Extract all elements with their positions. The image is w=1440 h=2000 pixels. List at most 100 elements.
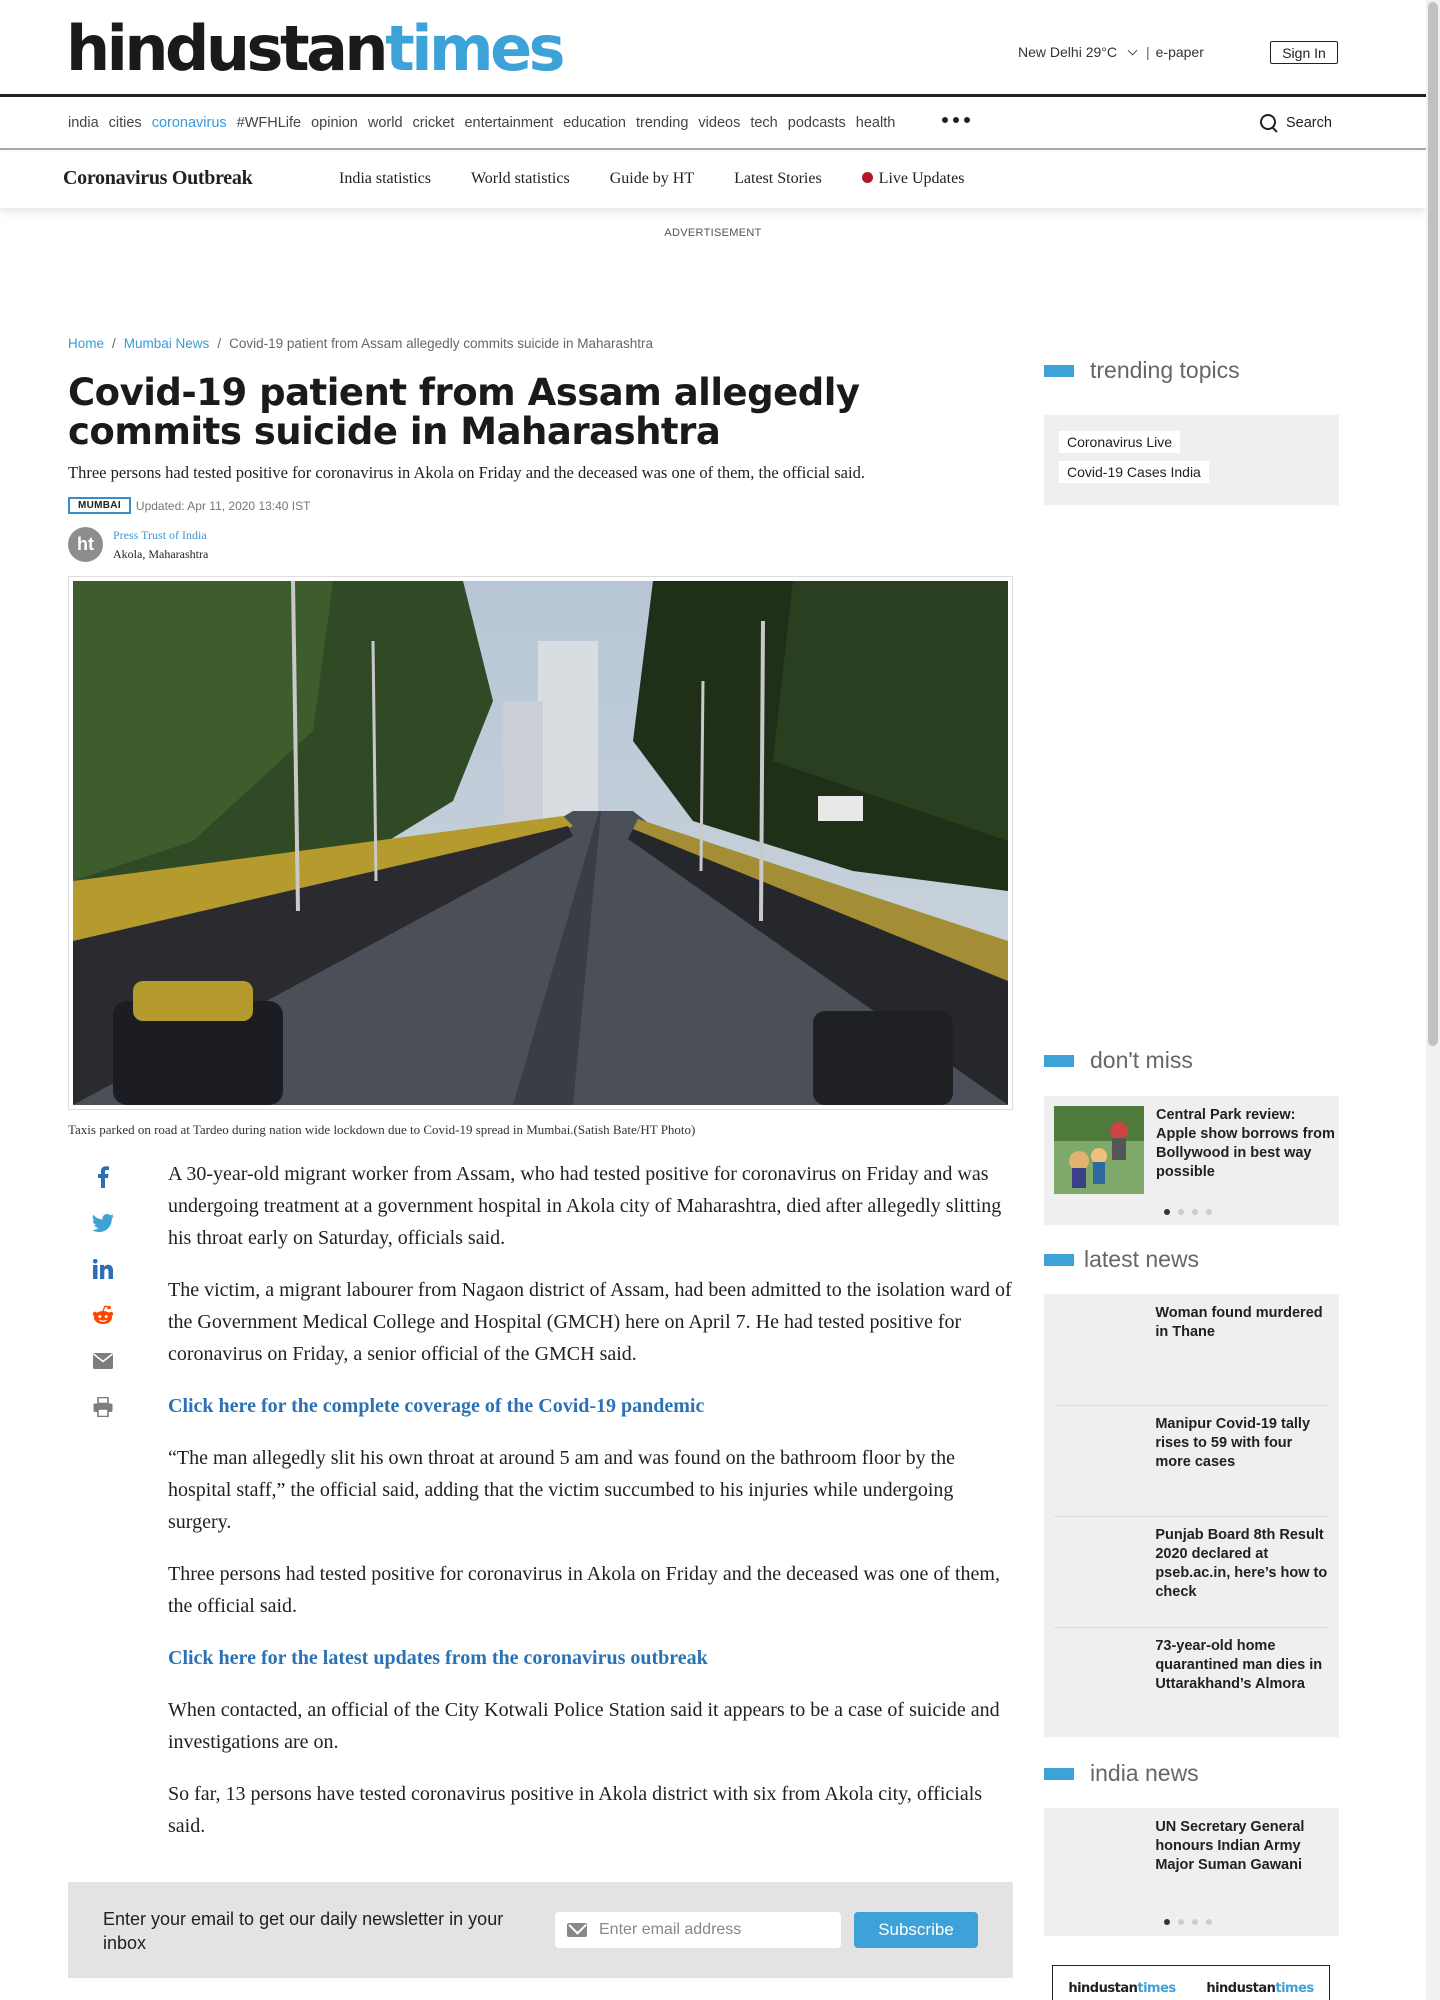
breadcrumb-section[interactable]: Mumbai News	[124, 336, 210, 351]
search-button[interactable]: Search	[1260, 114, 1332, 132]
dont-miss-heading: don't miss	[1044, 1047, 1193, 1074]
newsletter-email-input[interactable]: Enter email address	[555, 1912, 841, 1948]
weather-text: New Delhi 29°C	[1018, 44, 1117, 60]
article-paragraph: The victim, a migrant labourer from Naga…	[168, 1279, 1012, 1365]
nav-item-entertainment[interactable]: entertainment	[464, 115, 553, 131]
print-icon[interactable]	[92, 1395, 114, 1419]
article-subhead: Three persons had tested positive for co…	[68, 463, 865, 482]
subnav-guide[interactable]: Guide by HT	[610, 170, 694, 188]
nav-item-world[interactable]: world	[368, 115, 403, 131]
author-location: Akola, Maharashtra	[113, 546, 209, 561]
section-tag[interactable]: MUMBAI	[68, 497, 131, 514]
nav-item-trending[interactable]: trending	[636, 115, 688, 131]
newsletter-box: Enter your email to get our daily newsle…	[68, 1882, 1013, 1978]
news-thumbnail	[1054, 1818, 1144, 1906]
subnav-live-updates[interactable]: Live Updates	[861, 170, 964, 188]
trending-topics-box: Coronavirus Live Covid-19 Cases India	[1044, 415, 1339, 505]
nav-item-education[interactable]: education	[563, 115, 626, 131]
nav-item-india[interactable]: india	[68, 115, 99, 131]
dont-miss-thumbnail	[1054, 1106, 1144, 1194]
facebook-share-icon[interactable]	[92, 1165, 114, 1189]
trending-topics-heading: trending topics	[1044, 357, 1240, 384]
reddit-share-icon[interactable]	[92, 1303, 114, 1327]
email-share-icon[interactable]	[92, 1349, 114, 1373]
nav-item-cricket[interactable]: cricket	[413, 115, 455, 131]
author-block: ht Press Trust of India Akola, Maharasht…	[68, 527, 208, 562]
newsletter-text: Enter your email to get our daily newsle…	[103, 1909, 504, 1953]
subnav-latest-stories[interactable]: Latest Stories	[734, 170, 822, 188]
article-paragraph: A 30-year-old migrant worker from Assam,…	[168, 1163, 1002, 1249]
section-subnav: Coronavirus Outbreak India statistics Wo…	[0, 152, 1426, 208]
article-body: A 30-year-old migrant worker from Assam,…	[168, 1158, 1016, 1862]
author-name[interactable]: Press Trust of India	[113, 528, 208, 543]
search-icon	[1260, 114, 1278, 132]
page-scrollbar[interactable]	[1426, 0, 1440, 2000]
india-news-box: UN Secretary General honours Indian Army…	[1044, 1808, 1339, 1936]
subnav-world-statistics[interactable]: World statistics	[471, 170, 570, 188]
nav-item-podcasts[interactable]: podcasts	[788, 115, 846, 131]
site-logo[interactable]: hindustantimes	[66, 18, 566, 80]
linkedin-share-icon[interactable]	[92, 1257, 114, 1281]
article-paragraph: “The man allegedly slit his own throat a…	[168, 1447, 956, 1533]
nav-item-coronavirus[interactable]: coronavirus	[152, 115, 227, 131]
nav-item-videos[interactable]: videos	[698, 115, 740, 131]
article-paragraph: Three persons had tested positive for co…	[168, 1563, 1000, 1617]
ad-logo-text: hindustantimes	[1068, 1981, 1176, 1996]
breadcrumb-home[interactable]: Home	[68, 336, 104, 351]
latest-news-item[interactable]: Manipur Covid-19 tally rises to 59 with …	[1054, 1405, 1329, 1517]
trending-chip[interactable]: Covid-19 Cases India	[1059, 461, 1209, 483]
chevron-down-icon[interactable]	[1127, 45, 1138, 55]
carousel-dots[interactable]	[1164, 1919, 1212, 1925]
nav-item-cities[interactable]: cities	[109, 115, 142, 131]
updates-link[interactable]: Click here for the latest updates from t…	[168, 1642, 1016, 1674]
news-thumbnail	[1054, 1415, 1144, 1503]
epaper-link[interactable]: e-paper	[1156, 44, 1204, 60]
mail-icon	[567, 1923, 587, 1937]
author-avatar: ht	[68, 527, 103, 562]
news-thumbnail	[1054, 1304, 1144, 1392]
subscribe-button[interactable]: Subscribe	[854, 1912, 978, 1948]
nav-item-tech[interactable]: tech	[750, 115, 777, 131]
weather-widget[interactable]: New Delhi 29°C | e-paper	[1018, 44, 1204, 60]
carousel-dots[interactable]	[1164, 1209, 1212, 1215]
email-placeholder: Enter email address	[599, 1921, 742, 1938]
heading-accent-bar	[1044, 1767, 1074, 1780]
trending-chip[interactable]: Coronavirus Live	[1059, 431, 1181, 453]
twitter-share-icon[interactable]	[92, 1211, 114, 1235]
subnav-india-statistics[interactable]: India statistics	[339, 170, 431, 188]
sidebar-ad-banner[interactable]: hindustantimes hindustantimes	[1052, 1965, 1330, 2000]
latest-news-item[interactable]: Punjab Board 8th Result 2020 declared at…	[1054, 1516, 1329, 1628]
india-news-item[interactable]: UN Secretary General honours Indian Army…	[1054, 1808, 1329, 1920]
india-news-heading: india news	[1044, 1760, 1199, 1787]
separator: |	[1145, 44, 1150, 60]
breadcrumb-current: Covid-19 patient from Assam allegedly co…	[229, 336, 654, 351]
breadcrumb: Home / Mumbai News / Covid-19 patient fr…	[68, 336, 653, 351]
coverage-link[interactable]: Click here for the complete coverage of …	[168, 1390, 1016, 1422]
article-meta: MUMBAI Updated: Apr 11, 2020 13:40 IST	[68, 497, 310, 514]
news-thumbnail	[1054, 1526, 1144, 1614]
nav-item-health[interactable]: health	[856, 115, 896, 131]
more-menu-icon[interactable]	[942, 117, 970, 123]
news-thumbnail	[1054, 1637, 1144, 1725]
ad-logo-text: hindustantimes	[1206, 1981, 1314, 1996]
photo-caption: Taxis parked on road at Tardeo during na…	[68, 1122, 696, 1137]
breadcrumb-separator: /	[112, 336, 116, 351]
article-paragraph: So far, 13 persons have tested coronavir…	[168, 1783, 983, 1837]
nav-item-wfhlife[interactable]: #WFHLife	[237, 115, 301, 131]
street-photo-image	[73, 581, 1008, 1105]
updated-time: Updated: Apr 11, 2020 13:40 IST	[135, 498, 311, 513]
main-nav: india cities coronavirus #WFHLife opinion wor…	[0, 100, 1426, 150]
subnav-title[interactable]: Coronavirus Outbreak	[63, 167, 253, 190]
dont-miss-box: Central Park review: Apple show borrows …	[1044, 1096, 1339, 1225]
dont-miss-item[interactable]: Central Park review: Apple show borrows …	[1054, 1106, 1336, 1194]
subnav-items: India statistics World statistics Guide …	[339, 170, 964, 188]
article-paragraph: When contacted, an official of the City …	[168, 1699, 1000, 1753]
scrollbar-thumb[interactable]	[1428, 2, 1438, 1046]
sign-in-button[interactable]: Sign In	[1270, 41, 1338, 64]
nav-item-opinion[interactable]: opinion	[311, 115, 358, 131]
dont-miss-title: Central Park review: Apple show borrows …	[1156, 1107, 1335, 1180]
latest-news-box: Woman found murdered in Thane Manipur Co…	[1044, 1294, 1339, 1737]
live-dot-icon	[861, 172, 873, 183]
latest-news-item[interactable]: Woman found murdered in Thane	[1054, 1294, 1329, 1406]
latest-news-item[interactable]: 73-year-old home quarantined man dies in…	[1054, 1627, 1329, 1739]
